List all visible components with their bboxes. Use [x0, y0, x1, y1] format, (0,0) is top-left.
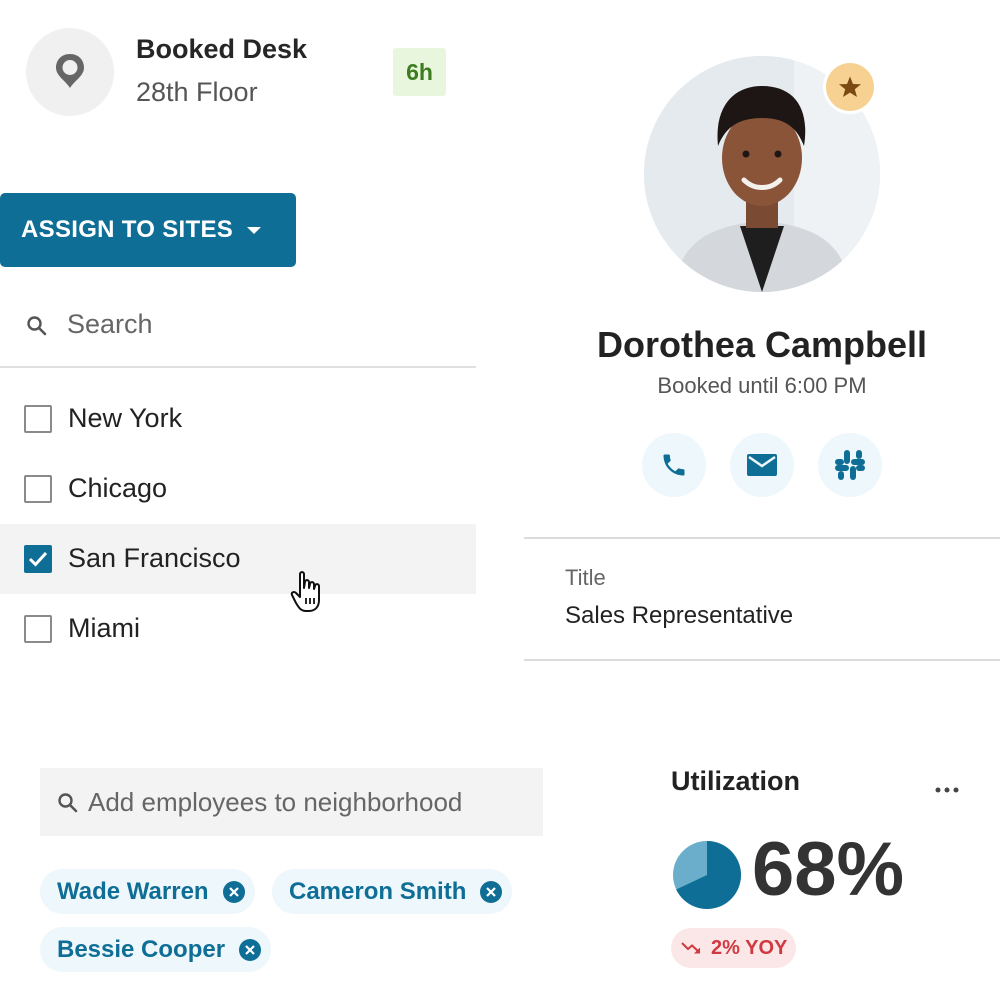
site-label: San Francisco [68, 543, 241, 573]
add-employees-placeholder: Add employees to neighborhood [88, 787, 463, 817]
call-button[interactable] [642, 433, 706, 497]
caret-down-icon [247, 226, 262, 234]
search-icon [25, 314, 49, 343]
booking-status: Booked until 6:00 PM [657, 373, 867, 398]
slack-icon [835, 450, 865, 480]
chip-label: Cameron Smith [289, 877, 467, 905]
remove-chip-icon[interactable] [239, 938, 262, 961]
trending-down-icon [681, 942, 700, 954]
favorite-badge [823, 60, 877, 114]
site-search-input[interactable]: Search [0, 290, 476, 368]
employee-chip: Cameron Smith [272, 869, 513, 914]
star-icon [839, 76, 861, 97]
checkbox[interactable] [24, 615, 52, 643]
title-value: Sales Representative [565, 602, 794, 629]
slack-button[interactable] [818, 433, 882, 497]
divider [524, 659, 1000, 661]
booked-desk-card: Booked Desk 28th Floor 6h [26, 28, 466, 118]
site-option-chicago[interactable]: Chicago [0, 454, 476, 524]
yoy-trend-badge: 2% YOY [671, 928, 796, 968]
add-employees-input[interactable]: Add employees to neighborhood [40, 768, 543, 836]
yoy-trend-label: 2% YOY [711, 936, 788, 959]
remove-chip-icon[interactable] [480, 880, 503, 903]
site-option-san-francisco[interactable]: San Francisco [0, 524, 476, 594]
desk-title: Booked Desk [136, 34, 308, 64]
title-label: Title [565, 565, 606, 590]
more-options-icon[interactable] [935, 780, 959, 798]
chip-label: Wade Warren [57, 877, 209, 905]
site-search-placeholder: Search [67, 309, 153, 339]
search-icon [56, 791, 80, 820]
checkbox[interactable] [24, 405, 52, 433]
checkbox[interactable] [24, 475, 52, 503]
site-option-new-york[interactable]: New York [0, 384, 476, 454]
site-label: New York [68, 403, 183, 433]
utilization-pie-chart [672, 840, 742, 915]
email-button[interactable] [730, 433, 794, 497]
checkbox-checked[interactable] [24, 545, 52, 573]
utilization-title: Utilization [671, 766, 800, 796]
site-option-miami[interactable]: Miami [0, 594, 476, 664]
profile-name: Dorothea Campbell [596, 324, 928, 365]
assign-button-label: ASSIGN TO SITES [21, 216, 234, 243]
employee-chip: Wade Warren [40, 869, 255, 914]
divider [524, 537, 1000, 539]
hand-cursor-icon [290, 570, 330, 619]
remove-chip-icon[interactable] [222, 880, 245, 903]
chip-label: Bessie Cooper [57, 935, 226, 963]
duration-badge: 6h [393, 48, 446, 96]
site-label: Chicago [68, 473, 168, 503]
checkmark-icon [28, 551, 48, 567]
assign-to-sites-button[interactable]: ASSIGN TO SITES [0, 193, 296, 267]
utilization-value: 68% [752, 827, 905, 912]
desk-floor: 28th Floor [136, 77, 258, 107]
employee-chip: Bessie Cooper [40, 927, 272, 972]
location-pin-icon [26, 28, 114, 116]
site-label: Miami [68, 613, 140, 643]
email-icon [747, 454, 777, 476]
phone-icon [663, 454, 685, 476]
